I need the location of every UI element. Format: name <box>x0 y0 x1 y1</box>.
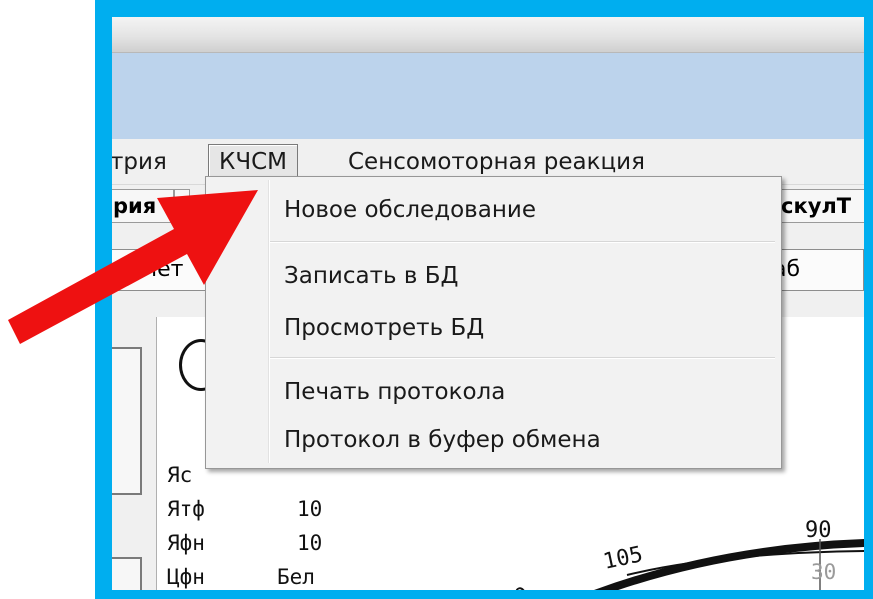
dial-label-30: 30 <box>811 560 836 584</box>
menu-item-sensomotor-reaction[interactable]: Сенсомоторная реакция <box>348 147 645 177</box>
menu-item-report-to-clipboard[interactable]: Протокол в буфер обмена <box>284 423 601 457</box>
menu-icon-gutter <box>268 180 270 463</box>
ribbon-area <box>112 53 864 139</box>
tab-right[interactable]: скулТ <box>778 189 864 223</box>
left-panel-box-lower <box>112 557 142 590</box>
menu-item-metry[interactable]: трия <box>112 147 167 177</box>
kchsm-dropdown-menu: Новое обследование Записать в БД Просмот… <box>205 176 782 469</box>
menu-item-kchsm[interactable]: КЧСМ <box>208 144 299 180</box>
tab-left[interactable]: рия <box>112 189 174 223</box>
title-bar <box>112 17 864 53</box>
menu-separator <box>270 241 775 243</box>
dial-label-20: 20 <box>499 583 534 590</box>
parameters-field[interactable]: ламет <box>112 249 214 291</box>
menu-item-save-db[interactable]: Записать в БД <box>284 259 458 293</box>
tab-partial[interactable] <box>174 189 190 223</box>
menu-item-view-db[interactable]: Просмотреть БД <box>284 311 484 345</box>
menu-item-print-report[interactable]: Печать протокола <box>284 375 505 409</box>
left-panel-box <box>112 347 142 495</box>
dial-label-105: 105 <box>601 542 645 575</box>
menu-separator <box>270 357 775 359</box>
left-panel <box>112 319 154 590</box>
dial-label-90: 90 <box>805 518 832 543</box>
menu-item-new-exam[interactable]: Новое обследование <box>284 193 536 227</box>
